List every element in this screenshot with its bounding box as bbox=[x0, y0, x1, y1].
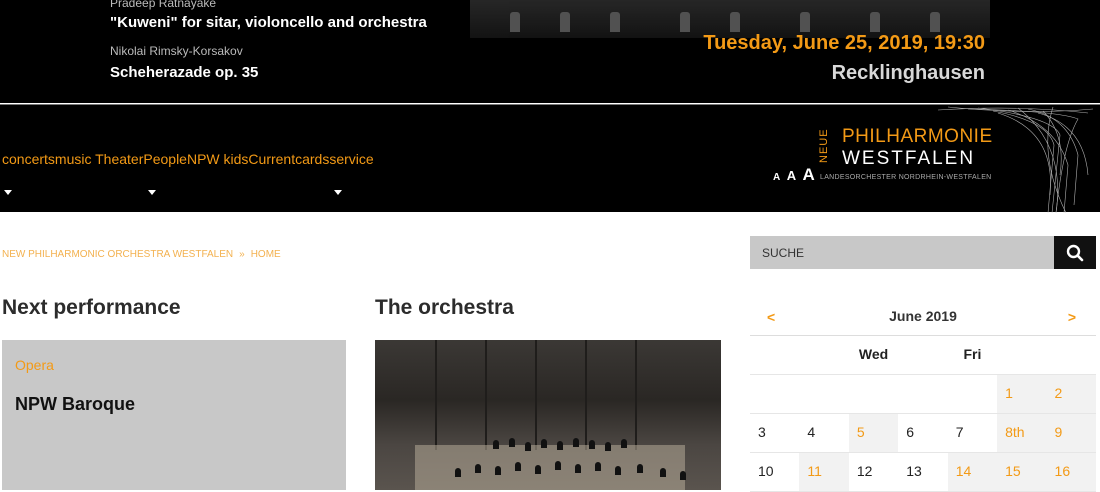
calendar-header: < June 2019 > bbox=[750, 300, 1096, 336]
calendar-day-event[interactable]: 16 bbox=[1046, 453, 1096, 491]
dropdown-caret-icon[interactable] bbox=[148, 190, 156, 195]
calendar-week-row: 3 4 5 6 7 8th 9 bbox=[750, 414, 1096, 453]
weekday-header: Fri bbox=[963, 346, 982, 362]
calendar-day-empty bbox=[898, 375, 947, 413]
hero-composer-1: Pradeep Ratnayake bbox=[110, 0, 217, 10]
weekday-header bbox=[1047, 336, 1096, 374]
orchestra-photo[interactable] bbox=[375, 340, 721, 490]
calendar-day-empty bbox=[750, 375, 799, 413]
calendar-day-event[interactable]: 1 bbox=[997, 375, 1047, 413]
calendar-day: 3 bbox=[758, 424, 766, 440]
weekday-header: Wed bbox=[858, 346, 889, 362]
calendar-day: 6 bbox=[906, 424, 915, 440]
hero-work-2: Scheherazade op. 35 bbox=[110, 64, 259, 81]
hero-composer-2: Nikolai Rimsky-Korsakov bbox=[110, 44, 243, 58]
nav-item-cards[interactable]: cards bbox=[295, 151, 329, 167]
weekday-header bbox=[997, 336, 1046, 374]
nav-item-current[interactable]: Current bbox=[248, 151, 295, 167]
calendar-day-event[interactable]: 11 bbox=[799, 453, 849, 491]
text-size-large-button[interactable]: A bbox=[803, 165, 815, 184]
dropdown-caret-icon[interactable] bbox=[334, 190, 342, 195]
hero-banner: Pradeep Ratnayake "Kuweni" for sitar, vi… bbox=[0, 0, 1100, 103]
main-navigation: concerts music Theater People NPW kids C… bbox=[0, 104, 1100, 214]
weekday-header bbox=[898, 336, 947, 374]
logo-philharmonie: PHILHARMONIE bbox=[842, 126, 993, 147]
search-icon bbox=[1066, 244, 1084, 261]
calendar-weekday-row: Wed Fri bbox=[750, 336, 1096, 375]
calendar-day-event[interactable]: 8th bbox=[997, 414, 1047, 452]
calendar-day: 10 bbox=[758, 463, 774, 479]
nav-item-music-theater[interactable]: music Theater bbox=[55, 151, 143, 167]
search-input[interactable] bbox=[750, 236, 1054, 269]
site-logo[interactable]: NEUE PHILHARMONIE WESTFALEN LANDESORCHES… bbox=[818, 106, 1098, 214]
text-size-controls: A A A bbox=[773, 165, 817, 185]
breadcrumb-home-link[interactable]: HOME bbox=[251, 249, 281, 260]
calendar-day-event[interactable]: 9 bbox=[1046, 414, 1096, 452]
calendar-day-empty bbox=[849, 375, 898, 413]
calendar-day-event[interactable]: 15 bbox=[997, 453, 1047, 491]
nav-item-service[interactable]: service bbox=[329, 151, 373, 167]
hero-date: Tuesday, June 25, 2019, 19:30 bbox=[703, 32, 985, 54]
nav-item-npw-kids[interactable]: NPW kids bbox=[187, 151, 248, 167]
nav-menu: concerts music Theater People NPW kids C… bbox=[2, 151, 374, 167]
logo-neue: NEUE bbox=[818, 128, 830, 163]
nav-item-people[interactable]: People bbox=[143, 151, 187, 167]
calendar-day-empty bbox=[799, 375, 848, 413]
calendar-day: 12 bbox=[856, 463, 873, 479]
calendar-day: 7 bbox=[955, 424, 964, 440]
calendar-week-row: 1 2 bbox=[750, 375, 1096, 414]
hero-city: Recklinghausen bbox=[831, 62, 985, 84]
nav-item-concerts[interactable]: concerts bbox=[2, 151, 55, 167]
weekday-header bbox=[750, 336, 799, 374]
breadcrumb: NEW PHILHARMONIC ORCHESTRA WESTFALEN » HOM… bbox=[2, 249, 281, 260]
hero-work-1: "Kuweni" for sitar, violoncello and orch… bbox=[110, 14, 427, 31]
next-performance-card[interactable]: Opera NPW Baroque bbox=[2, 340, 346, 490]
breadcrumb-org-link[interactable]: NEW PHILHARMONIC ORCHESTRA WESTFALEN bbox=[2, 249, 233, 260]
text-size-medium-button[interactable]: A bbox=[787, 168, 796, 183]
performance-category[interactable]: Opera bbox=[15, 357, 54, 373]
calendar-week-row: 10 11 12 13 14 15 16 bbox=[750, 453, 1096, 492]
text-size-small-button[interactable]: A bbox=[773, 172, 780, 183]
calendar-day-event[interactable]: 14 bbox=[947, 453, 998, 491]
next-performance-heading: Next performance bbox=[2, 296, 181, 319]
logo-westfalen: WESTFALEN bbox=[842, 148, 976, 169]
calendar-month: June 2019 bbox=[889, 308, 957, 324]
orchestra-heading: The orchestra bbox=[375, 296, 514, 319]
calendar-grid: Wed Fri 1 2 3 4 5 6 7 8th 9 10 11 12 13 … bbox=[750, 336, 1096, 492]
search-button[interactable] bbox=[1054, 236, 1096, 269]
breadcrumb-separator: » bbox=[239, 249, 245, 260]
performance-title[interactable]: NPW Baroque bbox=[15, 394, 135, 415]
logo-subtitle: LANDESORCHESTER NORDRHEIN-WESTFALEN bbox=[820, 174, 992, 181]
calendar-next-button[interactable]: > bbox=[1068, 309, 1076, 325]
calendar-day: 4 bbox=[807, 424, 816, 440]
calendar-day: 13 bbox=[906, 463, 922, 479]
dropdown-caret-icon[interactable] bbox=[4, 190, 12, 195]
calendar-day-event[interactable]: 5 bbox=[848, 414, 899, 452]
weekday-header bbox=[799, 336, 848, 374]
calendar-day-event[interactable]: 2 bbox=[1046, 375, 1096, 413]
calendar-day-empty bbox=[948, 375, 997, 413]
